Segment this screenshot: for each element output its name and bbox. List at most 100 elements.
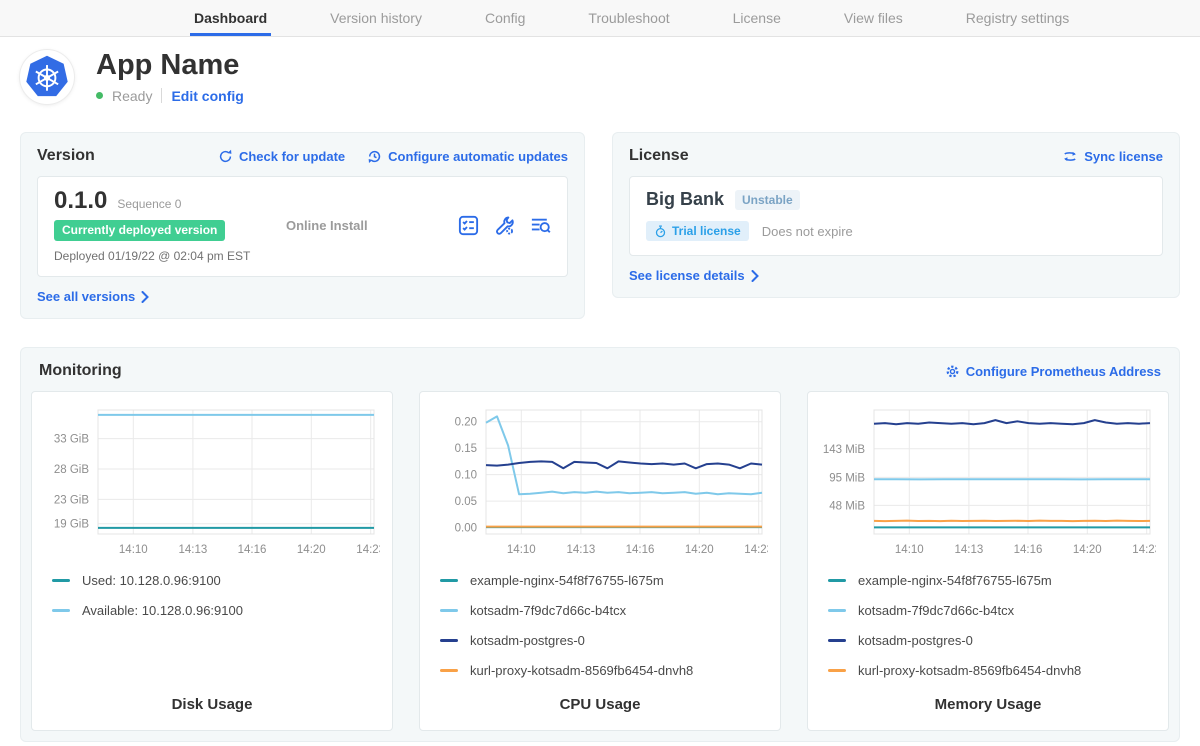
top-nav: Dashboard Version history Config Trouble… <box>0 0 1200 37</box>
config-wrench-icon[interactable] <box>494 215 515 236</box>
nav-tabs: Dashboard Version history Config Trouble… <box>190 0 1073 36</box>
channel-badge: Unstable <box>735 190 800 210</box>
legend-item: kotsadm-postgres-0 <box>440 633 768 648</box>
y-axis-tick: 0.10 <box>455 470 477 482</box>
license-card-title: License <box>629 147 689 165</box>
legend-label: kotsadm-postgres-0 <box>858 633 973 648</box>
x-axis-tick: 14:13 <box>955 544 984 556</box>
license-expiry: Does not expire <box>762 224 853 239</box>
legend-item: Used: 10.128.0.96:9100 <box>52 573 380 588</box>
deploy-logs-icon[interactable] <box>530 215 551 236</box>
monitoring-section: Monitoring Configure Prometheus Address … <box>20 347 1180 742</box>
legend-swatch <box>440 579 458 582</box>
deployed-badge: Currently deployed version <box>54 220 225 241</box>
y-axis-tick: 0.00 <box>455 523 477 535</box>
check-for-update-link[interactable]: Check for update <box>218 149 345 164</box>
chart-title: CPU Usage <box>432 696 768 718</box>
x-axis-tick: 14:10 <box>895 544 924 556</box>
series-line <box>486 462 762 469</box>
x-axis-tick: 14:16 <box>626 544 655 556</box>
x-axis-tick: 14:20 <box>297 544 326 556</box>
series-line <box>486 417 762 495</box>
legend-label: Available: 10.128.0.96:9100 <box>82 603 243 618</box>
legend-swatch <box>52 579 70 582</box>
x-axis-tick: 14:13 <box>567 544 596 556</box>
legend-swatch <box>52 609 70 612</box>
tab-view-files[interactable]: View files <box>840 0 907 36</box>
edit-config-link[interactable]: Edit config <box>171 88 243 104</box>
preflight-checks-icon[interactable] <box>458 215 479 236</box>
y-axis-tick: 0.15 <box>455 444 477 456</box>
chart-plot: 143 MiB95 MiB48 MiB14:1014:1314:1614:201… <box>820 402 1156 560</box>
install-type-label: Online Install <box>286 218 368 233</box>
legend-item: kotsadm-7f9dc7d66c-b4tcx <box>440 603 768 618</box>
page-title: App Name <box>96 50 244 80</box>
tab-config[interactable]: Config <box>481 0 529 36</box>
legend-item: example-nginx-54f8f76755-l675m <box>828 573 1156 588</box>
series-line <box>874 521 1150 522</box>
chevron-right-icon <box>141 291 149 303</box>
tab-version-history[interactable]: Version history <box>326 0 426 36</box>
legend-swatch <box>440 609 458 612</box>
legend-label: kurl-proxy-kotsadm-8569fb6454-dnvh8 <box>470 663 693 678</box>
see-all-versions-link[interactable]: See all versions <box>37 289 149 304</box>
configure-automatic-updates-link[interactable]: Configure automatic updates <box>367 149 568 164</box>
divider <box>161 88 162 103</box>
disk-usage-chart: 33 GiB28 GiB23 GiB19 GiB14:1014:1314:161… <box>31 391 393 731</box>
chart-plot: 33 GiB28 GiB23 GiB19 GiB14:1014:1314:161… <box>44 402 380 560</box>
x-axis-tick: 14:23 <box>744 544 768 556</box>
tab-troubleshoot[interactable]: Troubleshoot <box>584 0 673 36</box>
monitoring-title: Monitoring <box>39 362 122 380</box>
kubernetes-icon <box>24 54 70 100</box>
x-axis-tick: 14:23 <box>1132 544 1156 556</box>
chart-plot: 0.20 0.15 0.10 0.05 0.00 14:10 14:13 14:16 14:20… <box>432 402 768 560</box>
legend-label: kotsadm-7f9dc7d66c-b4tcx <box>858 603 1014 618</box>
y-axis-tick: 23 GiB <box>54 495 89 507</box>
cpu-usage-chart: 0.20 0.15 0.10 0.05 0.00 14:10 14:13 14:16 14:20… <box>419 391 781 731</box>
license-card: License Sync license Big Bank Unstable <box>612 132 1180 298</box>
legend-item: kotsadm-postgres-0 <box>828 633 1156 648</box>
tab-dashboard[interactable]: Dashboard <box>190 0 271 36</box>
legend-label: kurl-proxy-kotsadm-8569fb6454-dnvh8 <box>858 663 1081 678</box>
tab-registry-settings[interactable]: Registry settings <box>962 0 1073 36</box>
y-axis-tick: 33 GiB <box>54 434 89 446</box>
series-line <box>874 420 1150 424</box>
version-card-title: Version <box>37 147 95 165</box>
x-axis-tick: 14:10 <box>507 544 536 556</box>
tab-license[interactable]: License <box>729 0 785 36</box>
x-axis-tick: 14:23 <box>356 544 380 556</box>
legend-label: kotsadm-7f9dc7d66c-b4tcx <box>470 603 626 618</box>
see-license-details-link[interactable]: See license details <box>629 268 759 283</box>
legend-item: example-nginx-54f8f76755-l675m <box>440 573 768 588</box>
schedule-icon <box>367 149 382 164</box>
chart-legend: example-nginx-54f8f76755-l675m kotsadm-7f… <box>432 573 768 678</box>
license-type-badge: Trial license <box>646 221 749 241</box>
chart-title: Memory Usage <box>820 696 1156 718</box>
stopwatch-icon <box>654 225 667 238</box>
x-axis-tick: 14:10 <box>119 544 148 556</box>
y-axis-tick: 95 MiB <box>829 473 865 485</box>
y-axis-tick: 19 GiB <box>54 519 89 531</box>
chevron-right-icon <box>751 270 759 282</box>
configure-prometheus-link[interactable]: Configure Prometheus Address <box>945 364 1161 379</box>
legend-label: kotsadm-postgres-0 <box>470 633 585 648</box>
y-axis-tick: 143 MiB <box>823 444 866 456</box>
app-logo <box>20 50 74 104</box>
sync-license-link[interactable]: Sync license <box>1062 149 1163 164</box>
legend-swatch <box>440 669 458 672</box>
chart-title: Disk Usage <box>44 696 380 718</box>
x-axis-tick: 14:20 <box>685 544 714 556</box>
y-axis-tick: 0.20 <box>455 417 477 429</box>
legend-swatch <box>440 639 458 642</box>
legend-item: kotsadm-7f9dc7d66c-b4tcx <box>828 603 1156 618</box>
chart-legend: example-nginx-54f8f76755-l675m kotsadm-7f… <box>820 573 1156 678</box>
app-header: App Name Ready Edit config <box>20 50 1180 104</box>
y-axis-tick: 28 GiB <box>54 464 89 476</box>
license-details-box: Big Bank Unstable Trial license Does not… <box>629 176 1163 256</box>
y-axis-tick: 0.05 <box>455 496 477 508</box>
deployed-timestamp: Deployed 01/19/22 @ 02:04 pm EST <box>54 249 286 263</box>
legend-label: Used: 10.128.0.96:9100 <box>82 573 221 588</box>
legend-item: kurl-proxy-kotsadm-8569fb6454-dnvh8 <box>440 663 768 678</box>
status-dot <box>96 92 103 99</box>
x-axis-tick: 14:20 <box>1073 544 1102 556</box>
